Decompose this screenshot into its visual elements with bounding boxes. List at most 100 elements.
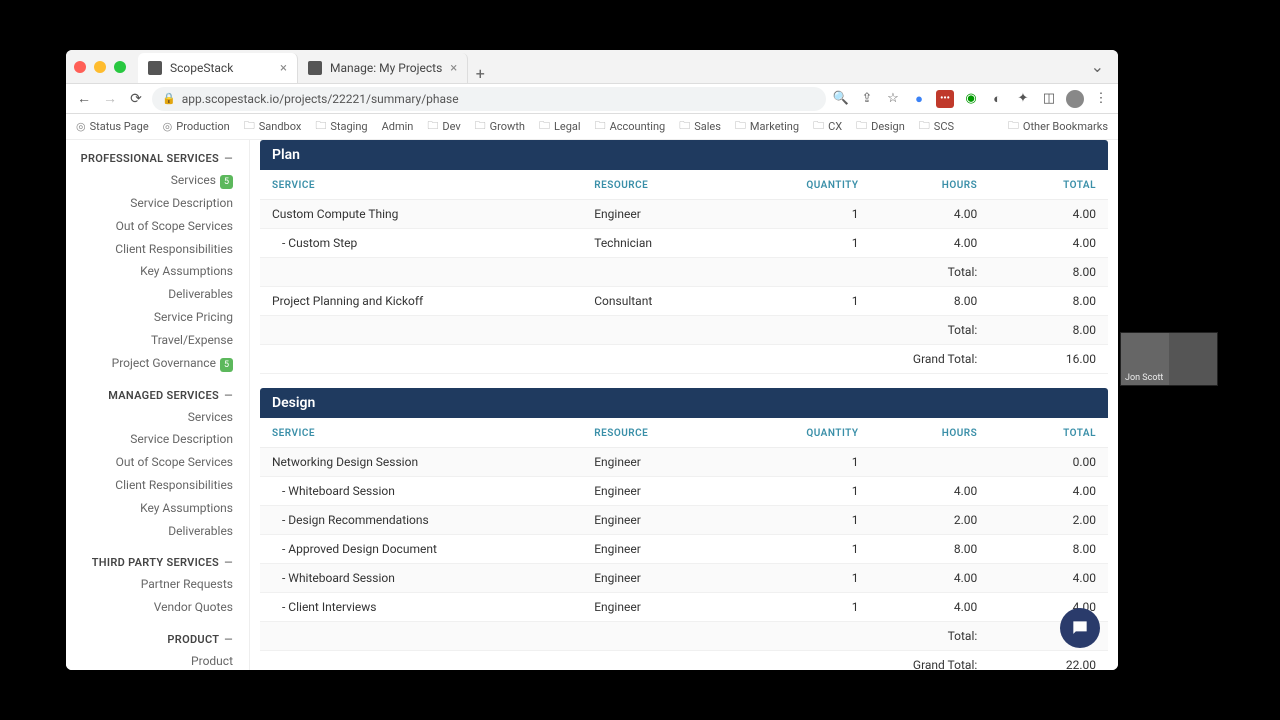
sidebar-link[interactable]: Service Description [66,428,249,451]
table-row[interactable]: Custom Compute Thing Engineer 1 4.00 4.0… [260,200,1108,229]
table-row[interactable]: - Approved Design Document Engineer 1 8.… [260,535,1108,564]
menu-icon[interactable]: ⋮ [1092,90,1110,108]
bookmark-legal[interactable]: 🗀Legal [539,117,581,136]
table-row[interactable]: - Custom Step Technician 1 4.00 4.00 [260,229,1108,258]
cell-quantity: 1 [752,506,871,535]
col-service[interactable]: SERVICE [260,418,582,448]
close-window-button[interactable] [74,61,86,73]
forward-button[interactable]: → [100,89,120,109]
cell-total: 4.00 [989,200,1108,229]
col-hours[interactable]: HOURS [871,418,990,448]
tab-strip: ScopeStack × Manage: My Projects × + [138,50,492,83]
tab-manage-projects[interactable]: Manage: My Projects × [298,53,468,83]
sidebar-link[interactable]: Project Governance [66,352,249,375]
close-tab-icon[interactable]: × [280,61,287,76]
sidebar-link[interactable]: Services [66,406,249,429]
chat-fab[interactable] [1060,608,1100,648]
table-row[interactable]: - Design Recommendations Engineer 1 2.00… [260,506,1108,535]
cell-hours: 4.00 [871,477,990,506]
bookmark-scs[interactable]: 🗀SCS [919,117,954,136]
col-total[interactable]: TOTAL [989,170,1108,200]
extensions-icon[interactable]: ✦ [1014,90,1032,108]
bookmark-marketing[interactable]: 🗀Marketing [735,117,799,136]
bookmark-dev[interactable]: 🗀Dev [427,117,460,136]
sidebar-section-header[interactable]: THIRD PARTY SERVICES — [66,552,249,573]
bookmark-icon[interactable]: ☆ [884,90,902,108]
folder-icon: ◎ [163,120,173,133]
sidebar-link[interactable]: Client Responsibilities [66,474,249,497]
cell-quantity: 1 [752,477,871,506]
table-row[interactable]: - Client Interviews Engineer 1 4.00 4.00 [260,593,1108,622]
col-quantity[interactable]: QUANTITY [752,418,871,448]
bookmark-sandbox[interactable]: 🗀Sandbox [244,117,302,136]
bookmark-growth[interactable]: 🗀Growth [475,117,525,136]
sidebar-link[interactable]: Travel/Expense [66,329,249,352]
sidebar-link[interactable]: Client Responsibilities [66,238,249,261]
reload-button[interactable]: ⟳ [126,89,146,109]
sidebar-link[interactable]: Key Assumptions [66,260,249,283]
bookmark-admin[interactable]: Admin [382,120,414,133]
sidebar-link[interactable]: Product [66,650,249,670]
bookmark-production[interactable]: ◎Production [163,120,230,133]
col-resource[interactable]: RESOURCE [582,418,752,448]
cell-total: 8.00 [989,535,1108,564]
cell-total: 0.00 [989,448,1108,477]
new-tab-button[interactable]: + [468,64,492,83]
table-row[interactable]: - Whiteboard Session Engineer 1 4.00 4.0… [260,564,1108,593]
minimize-window-button[interactable] [94,61,106,73]
extension-icon[interactable]: ◐ [988,90,1006,108]
address-bar[interactable]: 🔒 app.scopestack.io/projects/22221/summa… [152,87,826,111]
cell-quantity: 1 [752,229,871,258]
col-total[interactable]: TOTAL [989,418,1108,448]
sidebar-link[interactable]: Out of Scope Services [66,451,249,474]
close-tab-icon[interactable]: × [450,61,457,76]
share-icon[interactable]: ⇪ [858,90,876,108]
sidebar-link[interactable]: Services [66,169,249,192]
tab-scopestack[interactable]: ScopeStack × [138,53,298,83]
bookmark-design[interactable]: 🗀Design [856,117,905,136]
sidebar-link[interactable]: Deliverables [66,520,249,543]
sidebar-section-header[interactable]: MANAGED SERVICES — [66,385,249,406]
cell-resource: Engineer [582,448,752,477]
bookmark-accounting[interactable]: 🗀Accounting [595,117,666,136]
sidebar-link[interactable]: Service Pricing [66,306,249,329]
sidebar-link[interactable]: Out of Scope Services [66,215,249,238]
col-hours[interactable]: HOURS [871,170,990,200]
folder-icon: 🗀 [595,117,606,136]
table-row[interactable]: Project Planning and Kickoff Consultant … [260,287,1108,316]
table-row[interactable]: Networking Design Session Engineer 1 0.0… [260,448,1108,477]
tab-overflow-icon[interactable]: ⌄ [1085,57,1110,76]
cell-total: 4.00 [989,229,1108,258]
sidepanel-icon[interactable]: ◫ [1040,90,1058,108]
grammarly-icon[interactable]: ◉ [962,90,980,108]
video-call-thumbnail[interactable]: Jon Scott [1120,332,1218,386]
bookmark-cx[interactable]: 🗀CX [813,117,842,136]
sidebar-link[interactable]: Service Description [66,192,249,215]
bookmark-staging[interactable]: 🗀Staging [315,117,367,136]
col-quantity[interactable]: QUANTITY [752,170,871,200]
cell-hours: 4.00 [871,564,990,593]
other-bookmarks[interactable]: 🗀Other Bookmarks [1008,117,1108,136]
sidebar-link[interactable]: Partner Requests [66,573,249,596]
bookmark-status-page[interactable]: ◎Status Page [76,120,149,133]
col-service[interactable]: SERVICE [260,170,582,200]
extension-icon[interactable]: ● [910,90,928,108]
sidebar-link[interactable]: Deliverables [66,283,249,306]
back-button[interactable]: ← [74,89,94,109]
sidebar-section-header[interactable]: PROFESSIONAL SERVICES — [66,148,249,169]
col-resource[interactable]: RESOURCE [582,170,752,200]
sidebar-link[interactable]: Key Assumptions [66,497,249,520]
sidebar: PROFESSIONAL SERVICES —ServicesService D… [66,140,250,670]
lastpass-icon[interactable]: ••• [936,90,954,108]
cell-hours: 8.00 [871,535,990,564]
search-icon[interactable]: 🔍 [832,90,850,108]
phase-block: Design SERVICE RESOURCE QUANTITY HOURS T… [260,388,1108,670]
bookmarks-bar: ◎Status Page ◎Production 🗀Sandbox 🗀Stagi… [66,114,1118,140]
sidebar-section-header[interactable]: PRODUCT — [66,629,249,650]
maximize-window-button[interactable] [114,61,126,73]
table-row[interactable]: - Whiteboard Session Engineer 1 4.00 4.0… [260,477,1108,506]
bookmark-sales[interactable]: 🗀Sales [679,117,721,136]
sidebar-link[interactable]: Vendor Quotes [66,596,249,619]
profile-avatar[interactable] [1066,90,1084,108]
cell-hours: 8.00 [871,287,990,316]
